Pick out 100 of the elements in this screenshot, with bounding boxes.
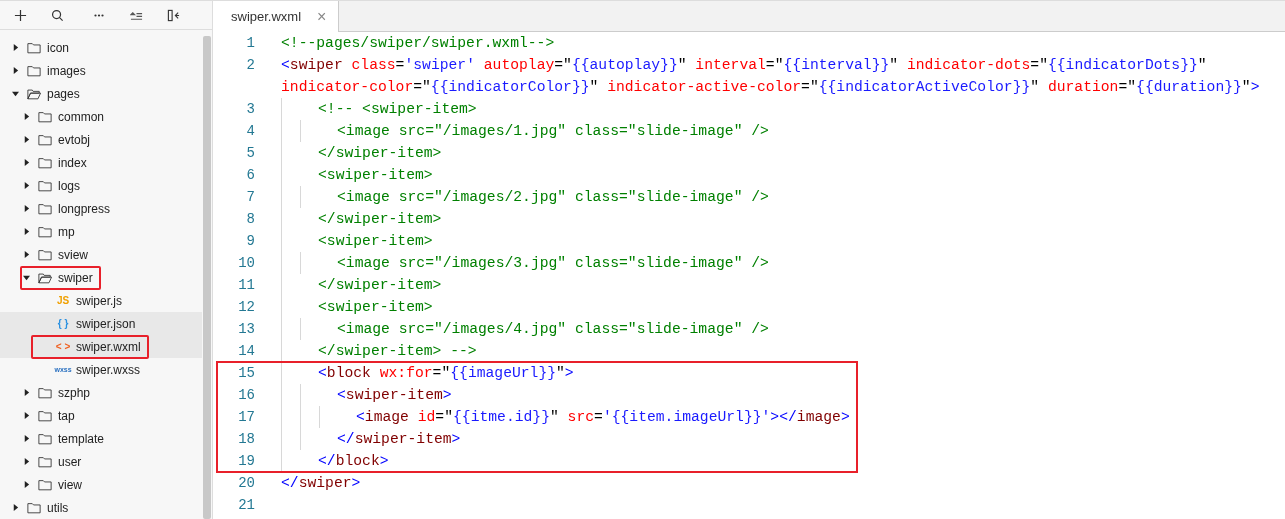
tree-label: evtobj <box>58 132 91 147</box>
tree-item[interactable]: template <box>0 427 202 450</box>
code-line: <image src="/images/1.jpg" class="slide-image" /> <box>337 122 769 141</box>
file-type-icon: { } <box>54 318 72 329</box>
open-folder-icon <box>38 271 52 284</box>
tree-item[interactable]: sview <box>0 243 202 266</box>
tree-label: swiper <box>58 270 93 285</box>
folder-icon <box>38 110 52 123</box>
collapsed-arrow-icon[interactable] <box>12 504 19 511</box>
tree-item[interactable]: szphp <box>0 381 202 404</box>
tree-item[interactable]: JS swiper.js <box>0 289 202 312</box>
collapsed-arrow-icon[interactable] <box>23 412 30 419</box>
collapsed-arrow-icon[interactable] <box>23 159 30 166</box>
folder-icon <box>38 225 52 238</box>
tree-label: index <box>58 155 87 170</box>
tree-label: view <box>58 477 82 492</box>
collapsed-arrow-icon[interactable] <box>23 205 30 212</box>
line-number: 2 <box>245 56 255 75</box>
line-number: 13 <box>237 320 255 339</box>
code-line: </swiper-item> --> <box>318 342 477 361</box>
tree-item[interactable]: utils <box>0 496 202 519</box>
add-icon[interactable] <box>14 8 27 22</box>
tree-label: longpress <box>58 201 111 216</box>
tree-label: sview <box>58 247 88 262</box>
collapsed-arrow-icon[interactable] <box>23 113 30 120</box>
line-number: 5 <box>245 144 255 163</box>
folder-icon <box>38 409 52 422</box>
collapsed-arrow-icon[interactable] <box>23 136 30 143</box>
tree-label: pages <box>47 86 80 101</box>
close-icon[interactable]: × <box>317 7 327 26</box>
tree-item[interactable]: < > swiper.wxml <box>0 335 202 358</box>
tree-item[interactable]: user <box>0 450 202 473</box>
tree-item[interactable]: common <box>0 105 202 128</box>
line-number: 1 <box>245 34 255 53</box>
tree-label: common <box>58 109 104 124</box>
folder-icon <box>38 156 52 169</box>
collapsed-arrow-icon[interactable] <box>23 389 30 396</box>
folder-icon <box>38 386 52 399</box>
code-line: </swiper-item> <box>318 144 442 163</box>
tree-item[interactable]: view <box>0 473 202 496</box>
file-type-icon: < > <box>54 341 72 352</box>
expanded-arrow-icon[interactable] <box>23 274 30 281</box>
line-number: 12 <box>237 298 255 317</box>
tree-item[interactable]: { } swiper.json <box>0 312 202 335</box>
line-number: 9 <box>245 232 255 251</box>
tree-label: tap <box>58 408 75 423</box>
code-line: <swiper-item> <box>318 166 433 185</box>
line-number: 3 <box>245 100 255 119</box>
code-line: <swiper class='swiper' autoplay="{{autoplay}}" interval="{{interval}}" indicator-dots="{{indicatorDots}}" indicator-color="{{indicatorColor}}" indicator-active-color="{{indicatorActiveColor}}" duration="{{duration}}"> <box>281 56 1261 97</box>
collapsed-arrow-icon[interactable] <box>23 481 30 488</box>
line-number: 8 <box>245 210 255 229</box>
collapsed-arrow-icon[interactable] <box>23 458 30 465</box>
more-icon[interactable] <box>94 13 104 17</box>
tree-item[interactable]: index <box>0 151 202 174</box>
code-line: </swiper-item> <box>337 430 461 449</box>
editor-tab[interactable]: swiper.wxml × <box>213 1 340 32</box>
code-line: <image id="{{itme.id}}" src='{{item.imageUrl}}'></image> <box>356 408 850 427</box>
tree-label: template <box>58 431 105 446</box>
code-line: <image src="/images/4.jpg" class="slide-image" /> <box>337 320 769 339</box>
tree-item[interactable]: images <box>0 59 202 82</box>
code-line: <block wx:for="{{imageUrl}}"> <box>318 364 574 383</box>
tree-item[interactable]: logs <box>0 174 202 197</box>
line-number: 11 <box>237 276 255 295</box>
folder-icon <box>38 455 52 468</box>
tree-item[interactable]: evtobj <box>0 128 202 151</box>
collapsed-arrow-icon[interactable] <box>23 182 30 189</box>
tree-label: swiper.js <box>76 293 122 308</box>
code-line: <swiper-item> <box>337 386 452 405</box>
collapsed-arrow-icon[interactable] <box>23 251 30 258</box>
tree-label: images <box>47 63 86 78</box>
tree-label: user <box>58 454 82 469</box>
tree-label: swiper.wxss <box>76 362 140 377</box>
tree-item[interactable]: mp <box>0 220 202 243</box>
line-number: 18 <box>237 430 255 449</box>
line-number: 20 <box>237 474 255 493</box>
collapsed-arrow-icon[interactable] <box>23 435 30 442</box>
sidebar-toggle-icon[interactable] <box>167 8 180 22</box>
code-line: </swiper-item> <box>318 210 442 229</box>
folder-icon <box>38 133 52 146</box>
code-line: <image src="/images/2.jpg" class="slide-image" /> <box>337 188 769 207</box>
collapsed-arrow-icon[interactable] <box>23 228 30 235</box>
line-number: 7 <box>245 188 255 207</box>
expanded-arrow-icon[interactable] <box>12 90 19 97</box>
tree-item[interactable]: icon <box>0 36 202 59</box>
search-icon[interactable] <box>51 8 64 22</box>
code-line: <!-- <swiper-item> <box>318 100 477 119</box>
code-line: <!--pages/swiper/swiper.wxml--> <box>281 34 555 53</box>
tree-item[interactable]: pages <box>0 82 202 105</box>
line-number: 19 <box>237 452 255 471</box>
code-line: <swiper-item> <box>318 232 433 251</box>
tree-item[interactable]: swiper <box>0 266 202 289</box>
scrollbar[interactable] <box>203 36 211 519</box>
tree-item[interactable]: longpress <box>0 197 202 220</box>
code-line: </block> <box>318 452 389 471</box>
collapsed-arrow-icon[interactable] <box>12 44 19 51</box>
tree-item[interactable]: tap <box>0 404 202 427</box>
tree-label: swiper.json <box>76 316 136 331</box>
line-number: 17 <box>237 408 255 427</box>
collapsed-arrow-icon[interactable] <box>12 67 19 74</box>
folder-icon <box>27 501 41 514</box>
